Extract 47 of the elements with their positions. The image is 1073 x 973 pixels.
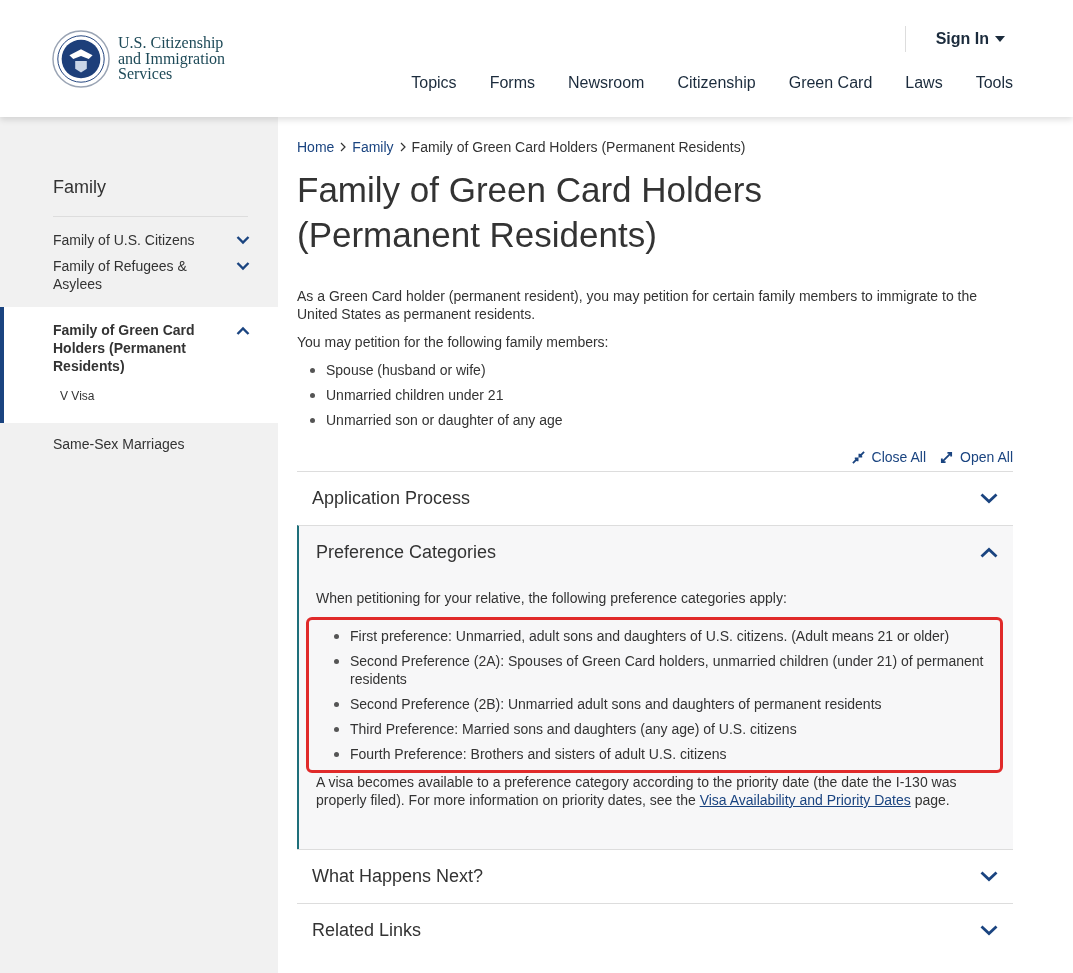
accordion-header[interactable]: Preference Categories bbox=[299, 526, 1013, 579]
chevron-up-icon[interactable] bbox=[236, 326, 250, 335]
sidebar-link[interactable]: Family of Green Card Holders (Permanent Residents) bbox=[53, 321, 203, 375]
nav-link[interactable]: Citizenship bbox=[677, 74, 756, 92]
chevron-down-icon[interactable] bbox=[236, 236, 250, 245]
sidebar-title: Family bbox=[52, 177, 107, 198]
list-intro: You may petition for the following family members: bbox=[297, 333, 610, 351]
caret-icon bbox=[995, 36, 1005, 42]
list-item: Second Preference (2B): Unmarried adult sons and daughters of permanent residents bbox=[350, 695, 882, 713]
chevron-right-icon bbox=[340, 142, 347, 152]
list-item: Unmarried son or daughter of any age bbox=[326, 411, 563, 429]
list-item: First preference: Unmarried, adult sons and daughters of U.S. citizens. (Adult means 21 or older) bbox=[350, 627, 950, 645]
chevron-down-icon[interactable] bbox=[236, 262, 250, 271]
sidebar-link[interactable]: Family of Refugees & Asylees bbox=[53, 257, 203, 293]
list-item: Unmarried children under 21 bbox=[326, 386, 504, 404]
text-link[interactable]: Visa Availability and Priority Dates bbox=[699, 792, 911, 808]
agency-name[interactable]: U.S. Citizenship and Immigration Services bbox=[118, 30, 226, 82]
close-all-button[interactable]: Close All bbox=[851, 449, 927, 465]
sidebar-sublink[interactable]: V Visa bbox=[60, 389, 250, 403]
nav-link[interactable]: Laws bbox=[905, 74, 943, 92]
list-item: Spouse (husband or wife) bbox=[326, 361, 486, 379]
nav-link[interactable]: Tools bbox=[975, 74, 1013, 92]
accordion-header[interactable]: Related Links bbox=[297, 904, 1013, 957]
note-paragraph: A visa becomes available to a preference category according to the priority date (the date the I-130 was properly filed). For more information on priority dates, see the Visa Availability and Priority Dates page. bbox=[316, 773, 958, 809]
list-item: Second Preference (2A): Spouses of Green Card holders, unmarried children (under 21) of permanent residents bbox=[350, 652, 985, 688]
accordion-header[interactable]: Application Process bbox=[297, 472, 1013, 525]
collapse-arrows-icon bbox=[851, 450, 865, 464]
intro-paragraph: As a Green Card holder (permanent resident), you may petition for certain family members to immigrate to the United States as permanent residents. bbox=[297, 287, 979, 323]
sidebar-link[interactable]: Family of U.S. Citizens bbox=[53, 231, 203, 249]
sidebar-link[interactable]: Same-Sex Marriages bbox=[53, 435, 185, 453]
chevron-right-icon bbox=[399, 142, 406, 152]
expand-arrows-icon bbox=[940, 450, 954, 464]
breadcrumb-link[interactable]: Home bbox=[297, 139, 335, 155]
nav-link[interactable]: Forms bbox=[489, 74, 535, 92]
nav-link[interactable]: Topics bbox=[411, 74, 457, 92]
list-item: Third Preference: Married sons and daughters (any age) of U.S. citizens bbox=[350, 720, 797, 738]
accordion-header[interactable]: What Happens Next? bbox=[297, 850, 1013, 903]
nav-link[interactable]: Green Card bbox=[788, 74, 873, 92]
list-item: Fourth Preference: Brothers and sisters of adult U.S. citizens bbox=[350, 745, 727, 763]
sign-in-button[interactable]: Sign In bbox=[904, 26, 1013, 52]
page-title: Family of Green Card Holders (Permanent Residents) bbox=[297, 169, 763, 256]
nav-link[interactable]: Newsroom bbox=[567, 74, 645, 92]
breadcrumb-link[interactable]: Family bbox=[352, 139, 394, 155]
panel-lead: When petitioning for your relative, the following preference categories apply: bbox=[316, 589, 788, 607]
seal-icon bbox=[52, 30, 110, 88]
open-all-button[interactable]: Open All bbox=[940, 449, 1013, 465]
breadcrumb-current: Family of Green Card Holders (Permanent Residents) bbox=[411, 139, 746, 155]
